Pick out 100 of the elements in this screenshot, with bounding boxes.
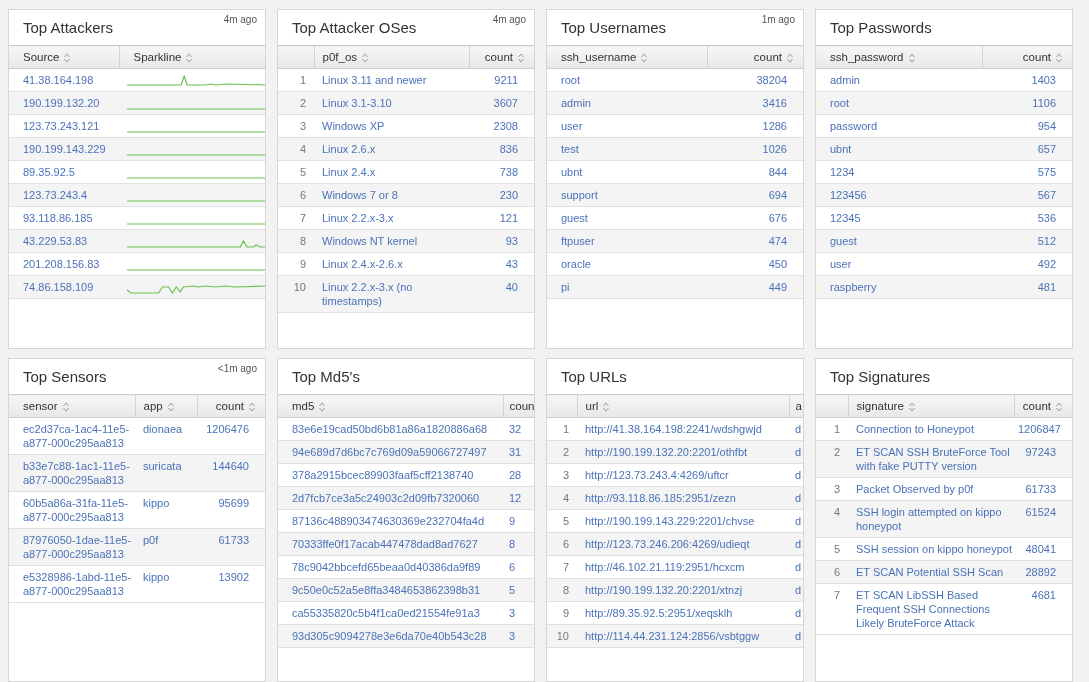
table-link[interactable]: Windows XP — [314, 114, 469, 138]
table-link[interactable]: http://190.199.132.20:2201/othfbt — [577, 440, 789, 464]
column-header[interactable]: signature — [848, 394, 1014, 418]
table-link[interactable]: 87976050-1dae-11e5-a877-000c295aa813 — [9, 528, 135, 566]
table-link[interactable]: 123456 — [816, 183, 982, 207]
table-link[interactable]: http://41.38.164.198:2241/wdshgwjd — [577, 417, 789, 441]
column-header[interactable]: md5 — [278, 394, 503, 418]
table-link[interactable]: 74.86.158.109 — [9, 275, 119, 299]
table-link[interactable]: http://190.199.132.20:2201/xtnzj — [577, 578, 789, 602]
count-cell: 5 — [503, 578, 534, 602]
table-link[interactable]: ec2d37ca-1ac4-11e5-a877-000c295aa813 — [9, 417, 135, 455]
table-link[interactable]: 2d7fcb7ce3a5c24903c2d09fb7320060 — [278, 486, 503, 510]
table-link[interactable]: http://190.199.143.229:2201/chvse — [577, 509, 789, 533]
table-link[interactable]: raspberry — [816, 275, 982, 299]
table-link[interactable]: guest — [816, 229, 982, 253]
table-link[interactable]: 93d305c9094278e3e6da70e40b543c28 — [278, 624, 503, 648]
column-header[interactable]: count — [469, 45, 534, 69]
table-link[interactable]: ubnt — [547, 160, 707, 184]
table-link[interactable]: 41.38.164.198 — [9, 68, 119, 92]
count-cell: 13902 — [197, 565, 265, 603]
table-link[interactable]: Windows 7 or 8 — [314, 183, 469, 207]
table-link[interactable]: admin — [816, 68, 982, 92]
table-link[interactable]: test — [547, 137, 707, 161]
table-link[interactable]: root — [547, 68, 707, 92]
table-link[interactable]: 94e689d7d6bc7c769d09a59066727497 — [278, 440, 503, 464]
table-link[interactable]: Linux 2.2.x-3.x (no timestamps) — [314, 275, 469, 313]
table-link[interactable]: suricata — [135, 454, 197, 492]
column-header[interactable]: url — [577, 394, 789, 418]
table-link[interactable]: Windows NT kernel — [314, 229, 469, 253]
table-link[interactable]: 190.199.132.20 — [9, 91, 119, 115]
table-link[interactable]: Linux 2.6.x — [314, 137, 469, 161]
column-header[interactable]: Sparkline — [119, 45, 265, 69]
column-header[interactable]: count — [707, 45, 803, 69]
table-link[interactable]: 87136c488903474630369e232704fa4d — [278, 509, 503, 533]
table-link[interactable]: root — [816, 91, 982, 115]
table-link[interactable]: http://46.102.21.119:2951/hcxcm — [577, 555, 789, 579]
table-link[interactable]: http://123.73.246.206:4269/udieqt — [577, 532, 789, 556]
column-header[interactable]: count — [197, 394, 265, 418]
table-link[interactable]: 123.73.243.4 — [9, 183, 119, 207]
table-link[interactable]: ftpuser — [547, 229, 707, 253]
table-link[interactable]: 60b5a86a-31fa-11e5-a877-000c295aa813 — [9, 491, 135, 529]
count-cell: 230 — [469, 183, 534, 207]
table-link[interactable]: kippo — [135, 565, 197, 603]
table-link[interactable]: http://114.44.231.124:2856/vsbtggw — [577, 624, 789, 648]
column-header[interactable]: sensor — [9, 394, 135, 418]
table-link[interactable]: Linux 2.2.x-3.x — [314, 206, 469, 230]
table-link[interactable]: support — [547, 183, 707, 207]
table-link[interactable]: e5328986-1abd-11e5-a877-000c295aa813 — [9, 565, 135, 603]
table-link[interactable]: 83e6e19cad50bd6b81a86a1820886a68 — [278, 417, 503, 441]
table-link[interactable]: oracle — [547, 252, 707, 276]
table-link[interactable]: ubnt — [816, 137, 982, 161]
table-link[interactable]: Connection to Honeypot — [848, 417, 1014, 441]
table-link[interactable]: ET SCAN SSH BruteForce Tool with fake PUTTY version — [848, 440, 1014, 478]
table-link[interactable]: Linux 3.1-3.10 — [314, 91, 469, 115]
table-link[interactable]: ET SCAN LibSSH Based Frequent SSH Connections Likely BruteForce Attack — [848, 583, 1014, 635]
table-link[interactable]: kippo — [135, 491, 197, 529]
table-link[interactable]: 89.35.92.5 — [9, 160, 119, 184]
table-link[interactable]: SSH session on kippo honeypot — [848, 537, 1014, 561]
column-header[interactable]: app — [135, 394, 197, 418]
table-link[interactable]: http://89.35.92.5:2951/xeqsklh — [577, 601, 789, 625]
table-link[interactable]: guest — [547, 206, 707, 230]
column-header[interactable]: count — [982, 45, 1072, 69]
table-link[interactable]: b33e7c88-1ac1-11e5-a877-000c295aa813 — [9, 454, 135, 492]
table-link[interactable]: 12345 — [816, 206, 982, 230]
column-header[interactable]: count — [1014, 394, 1072, 418]
table-link[interactable]: password — [816, 114, 982, 138]
count-cell: 32 — [503, 417, 534, 441]
column-header[interactable]: p0f_os — [314, 45, 469, 69]
table-link[interactable]: 93.118.86.185 — [9, 206, 119, 230]
table-link[interactable]: http://93.118.86.185:2951/zezn — [577, 486, 789, 510]
count-cell: 2308 — [469, 114, 534, 138]
count-cell: 95699 — [197, 491, 265, 529]
table-link[interactable]: Linux 2.4.x — [314, 160, 469, 184]
table-link[interactable]: p0f — [135, 528, 197, 566]
table-link[interactable]: Linux 2.4.x-2.6.x — [314, 252, 469, 276]
table-link[interactable]: Linux 3.11 and newer — [314, 68, 469, 92]
panel-title: Top Usernames — [561, 19, 667, 36]
table-link[interactable]: 43.229.53.83 — [9, 229, 119, 253]
table-link[interactable]: 70333ffe0f17acab447478dad8ad7627 — [278, 532, 503, 556]
table-link[interactable]: user — [547, 114, 707, 138]
table-link[interactable]: ca55335820c5b4f1ca0ed21554fe91a3 — [278, 601, 503, 625]
table-link[interactable]: dionaea — [135, 417, 197, 455]
table-link[interactable]: pi — [547, 275, 707, 299]
table-link[interactable]: 78c9042bbcefd65beaa0d40386da9f89 — [278, 555, 503, 579]
table-link[interactable]: http://123.73.243.4:4269/uftcr — [577, 463, 789, 487]
table-link[interactable]: ET SCAN Potential SSH Scan — [848, 560, 1014, 584]
table-link[interactable]: admin — [547, 91, 707, 115]
table-link[interactable]: Packet Observed by p0f — [848, 477, 1014, 501]
table-link[interactable]: 9c50e0c52a5e8ffa3484653862398b31 — [278, 578, 503, 602]
panel-title: Top URLs — [561, 368, 627, 385]
table-link[interactable]: 201.208.156.83 — [9, 252, 119, 276]
table-link[interactable]: 378a2915bcec89903faaf5cff2138740 — [278, 463, 503, 487]
column-header[interactable]: ssh_password — [816, 45, 982, 69]
table-link[interactable]: 123.73.243.121 — [9, 114, 119, 138]
table-link[interactable]: user — [816, 252, 982, 276]
column-header[interactable]: Source — [9, 45, 119, 69]
table-link[interactable]: 190.199.143.229 — [9, 137, 119, 161]
table-link[interactable]: SSH login attempted on kippo honeypot — [848, 500, 1014, 538]
column-header[interactable]: ssh_username — [547, 45, 707, 69]
table-link[interactable]: 1234 — [816, 160, 982, 184]
